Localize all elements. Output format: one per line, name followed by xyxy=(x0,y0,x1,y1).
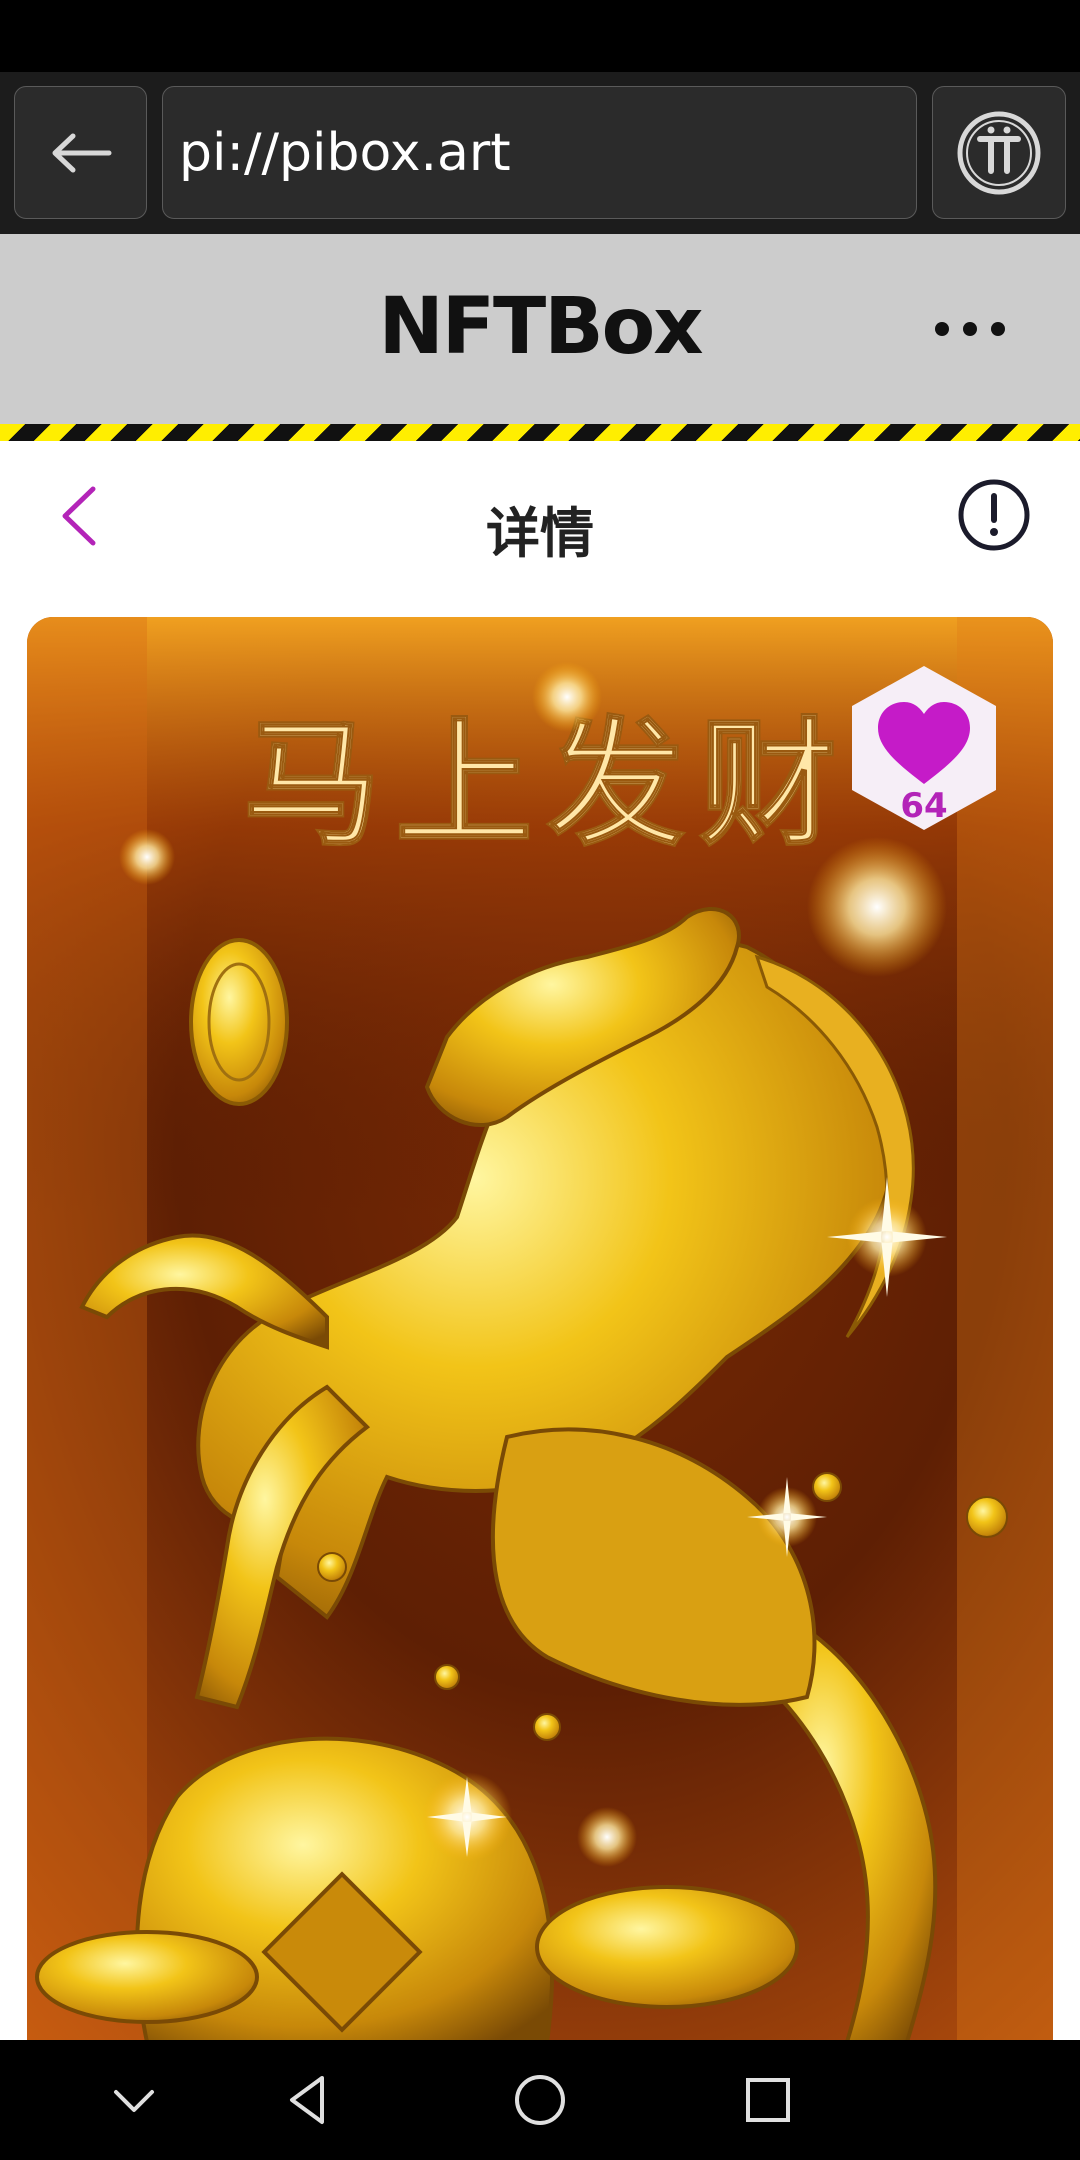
hazard-stripe-divider xyxy=(0,424,1080,441)
app-header: NFTBox xyxy=(0,234,1080,424)
menu-dot xyxy=(991,322,1005,336)
back-triangle-icon xyxy=(290,2076,324,2124)
chevron-down-icon xyxy=(114,2090,154,2112)
report-button[interactable] xyxy=(955,476,1033,554)
url-field[interactable]: pi://pibox.art xyxy=(162,86,917,219)
nav-back-button[interactable] xyxy=(278,2070,338,2130)
status-bar xyxy=(0,0,1080,72)
pi-wallet-button[interactable] xyxy=(932,86,1066,219)
pi-logo-icon xyxy=(957,111,1041,194)
like-button[interactable]: 64 xyxy=(838,662,1010,834)
system-nav-bar xyxy=(0,2040,1080,2160)
browser-back-button[interactable] xyxy=(14,86,147,219)
like-count: 64 xyxy=(900,786,948,826)
artwork-caption: 马上发财 xyxy=(243,702,851,865)
arrow-left-icon xyxy=(52,133,111,172)
page-nav-bar: 详情 xyxy=(0,441,1080,611)
nav-recents-button[interactable] xyxy=(738,2070,798,2130)
info-circle-icon xyxy=(958,479,1030,551)
more-options-icon[interactable] xyxy=(935,314,1005,344)
browser-toolbar: pi://pibox.art xyxy=(0,72,1080,234)
menu-dot xyxy=(935,322,949,336)
nav-collapse-button[interactable] xyxy=(104,2070,164,2130)
page-title: 详情 xyxy=(486,502,594,565)
app-title: NFTBox xyxy=(378,282,703,372)
recents-square-icon xyxy=(746,2078,790,2122)
home-circle-icon xyxy=(515,2075,565,2125)
nav-home-button[interactable] xyxy=(510,2070,570,2130)
menu-dot xyxy=(963,322,977,336)
